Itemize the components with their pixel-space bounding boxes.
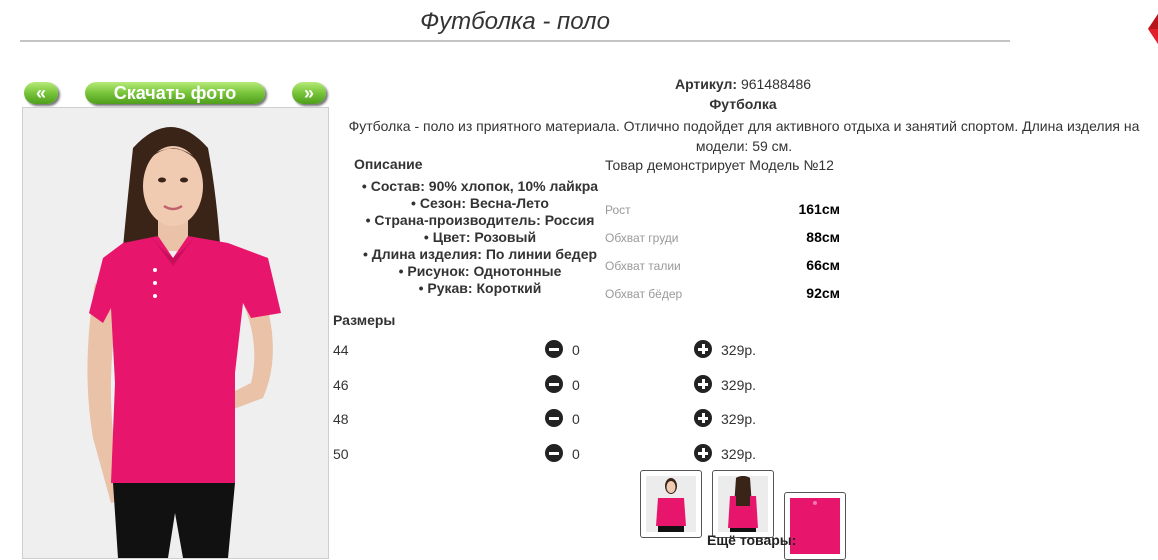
spec-item: Состав: 90% хлопок, 10% лайкра: [340, 178, 620, 195]
thumbnail-back[interactable]: [712, 470, 774, 538]
minus-icon[interactable]: [545, 340, 563, 358]
measurement-row: Рост 161см: [605, 199, 840, 219]
quantity-value: 0: [572, 377, 580, 393]
measurement-row: Обхват груди 88см: [605, 227, 840, 247]
price-value: 329р.: [721, 342, 757, 358]
measurement-row: Обхват бёдер 92см: [605, 283, 840, 303]
specs-list: Состав: 90% хлопок, 10% лайкра Сезон: Ве…: [340, 178, 620, 297]
title-divider: [20, 40, 1010, 42]
minus-icon[interactable]: [545, 409, 563, 427]
size-row: 48 0 329р.: [333, 409, 793, 429]
measurement-value: 66см: [806, 257, 840, 273]
size-row: 46 0 329р.: [333, 375, 793, 395]
thumbnail-fabric[interactable]: [784, 492, 846, 560]
plus-icon[interactable]: [694, 340, 712, 358]
download-photo-button[interactable]: Скачать фото: [85, 82, 265, 104]
prev-photo-button[interactable]: «: [24, 82, 58, 104]
measurement-label: Рост: [605, 203, 631, 217]
minus-icon[interactable]: [545, 444, 563, 462]
spec-item: Сезон: Весна-Лето: [340, 195, 620, 212]
price-value: 329р.: [721, 377, 757, 393]
plus-icon[interactable]: [694, 444, 712, 462]
more-products-heading: Ещё товары:: [707, 532, 797, 548]
product-subname: Футболка: [709, 96, 777, 112]
measurement-label: Обхват талии: [605, 259, 681, 273]
plus-icon[interactable]: [694, 375, 712, 393]
size-row: 44 0 329р.: [333, 340, 793, 360]
spec-item: Рисунок: Однотонные: [340, 263, 620, 280]
price-value: 329р.: [721, 411, 757, 427]
size-row: 50 0 329р.: [333, 444, 793, 464]
measurement-label: Обхват бёдер: [605, 287, 683, 301]
measurement-value: 161см: [798, 201, 840, 217]
spec-item: Страна-производитель: Россия: [340, 212, 620, 229]
plus-icon[interactable]: [694, 409, 712, 427]
measurement-label: Обхват груди: [605, 231, 679, 245]
price-value: 329р.: [721, 446, 757, 462]
measurement-value: 92см: [806, 285, 840, 301]
specs-heading: Описание: [354, 156, 423, 172]
measurement-row: Обхват талии 66см: [605, 255, 840, 275]
thumbnail-front[interactable]: [640, 470, 702, 538]
size-label: 48: [333, 411, 349, 427]
size-label: 50: [333, 446, 349, 462]
cart-icon[interactable]: [1142, 12, 1158, 46]
minus-icon[interactable]: [545, 375, 563, 393]
product-photo[interactable]: [22, 107, 329, 559]
sku-value: 961488486: [740, 76, 812, 92]
spec-item: Рукав: Короткий: [340, 280, 620, 297]
model-caption: Товар демонстрирует Модель №12: [605, 157, 834, 173]
spec-item: Цвет: Розовый: [340, 229, 620, 246]
quantity-value: 0: [572, 342, 580, 358]
sizes-heading: Размеры: [333, 312, 396, 328]
product-description: Футболка - поло из приятного материала. …: [348, 118, 1140, 154]
size-label: 46: [333, 377, 349, 393]
quantity-value: 0: [572, 446, 580, 462]
next-photo-button[interactable]: »: [292, 82, 326, 104]
sku-label: Артикул:: [674, 76, 738, 92]
quantity-value: 0: [572, 411, 580, 427]
page-title: Футболка - поло: [420, 8, 610, 35]
spec-item: Длина изделия: По линии бедер: [340, 246, 620, 263]
size-label: 44: [333, 342, 349, 358]
measurement-value: 88см: [806, 229, 840, 245]
sku-line: Артикул: 961488486: [590, 76, 896, 92]
